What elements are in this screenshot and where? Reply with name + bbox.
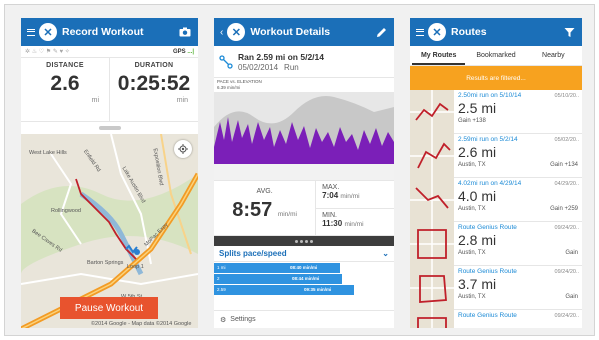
page-indicator[interactable] (214, 236, 394, 246)
route-date: 09/24/20.. (554, 313, 579, 319)
route-distance: 4.0 mi (458, 188, 497, 204)
route-gain: Gain (565, 294, 578, 300)
menu-icon[interactable] (416, 28, 424, 36)
drag-handle[interactable] (21, 122, 198, 134)
chevron-down-icon: ⌄ (382, 249, 389, 258)
duration-unit: min (176, 97, 188, 104)
map-label: West Lake Hills (29, 150, 67, 156)
duration-label: DURATION (134, 62, 174, 69)
route-distance: 3.7 mi (458, 276, 497, 292)
pace-elevation-graph[interactable] (214, 92, 394, 180)
edit-icon[interactable] (374, 25, 388, 39)
max-pace: MAX. 7:04 min/mi (322, 184, 360, 200)
camera-icon[interactable] (178, 25, 192, 39)
route-thumbnail (410, 310, 454, 328)
routes-screen: ✕ Routes My Routes Bookmarked Nearby Res… (410, 18, 582, 328)
route-item[interactable]: 2.59mi run on 5/2/14 05/02/20.. 2.6 mi Aust… (410, 134, 582, 178)
route-date: 04/29/20.. (554, 181, 579, 187)
tab-nearby[interactable]: Nearby (525, 46, 582, 65)
distance-value: 2.6 (50, 72, 80, 95)
tab-my-routes[interactable]: My Routes (410, 46, 467, 65)
app-logo-icon: ✕ (39, 23, 57, 41)
activity-type-icons[interactable]: ✲ ♨ ♡ ⚑ ✎ ♥ ✧ (25, 48, 70, 55)
route-thumbnail (410, 222, 454, 266)
app-bar: ✕ Record Workout (21, 18, 198, 46)
duration-value: 0:25:52 (117, 72, 191, 95)
route-location: Austin, TX (458, 162, 486, 168)
average-pace: AVG. 8:57 min/mi (214, 181, 317, 235)
route-location: Gain +138 (458, 118, 486, 124)
split-row: 1 mi 08:40 min/mi (214, 263, 394, 273)
route-date: 05/02/20.. (554, 137, 579, 143)
gps-status: GPS ...| (172, 48, 194, 55)
distance-label: DISTANCE (46, 62, 84, 69)
route-item[interactable]: 2.50mi run on 5/10/14 05/10/20.. 2.5 mi Gai… (410, 90, 582, 134)
map-label: Loop 1 (127, 264, 144, 270)
route-item[interactable]: 4.02mi run on 4/29/14 04/29/20.. 4.0 mi Aus… (410, 178, 582, 222)
route-location: Austin, TX (458, 206, 486, 212)
distance-metric: DISTANCE 2.6 mi (21, 58, 109, 121)
screen-title: Record Workout (62, 26, 144, 38)
route-location: Austin, TX (458, 294, 486, 300)
routes-list: 2.50mi run on 5/10/14 05/10/20.. 2.5 mi Gai… (410, 90, 582, 328)
screen-title: Workout Details (250, 26, 331, 38)
splits-header[interactable]: Splits pace/speed ⌄ (214, 246, 394, 262)
duration-metric: DURATION 0:25:52 min (109, 58, 198, 121)
app-bar: ✕ Routes (410, 18, 582, 46)
route-distance: 2.8 mi (458, 232, 497, 248)
graph-header: PACE vs. ELEVATION 6.39 min/mi (217, 79, 262, 90)
route-gain: Gain +134 (550, 162, 578, 168)
gear-icon: ⚙ (220, 316, 227, 324)
route-icon (214, 54, 238, 69)
route-distance: 2.6 mi (458, 144, 497, 160)
workout-details-screen: ‹ ✕ Workout Details Ran 2.59 mi on 5/2/1… (214, 18, 394, 328)
app-logo-icon: ✕ (227, 23, 246, 41)
app-bar: ‹ ✕ Workout Details (214, 18, 394, 46)
map-copyright: ©2014 Google - Map data ©2014 Google (91, 321, 192, 327)
run-subtitle: 05/02/2014 Run (238, 62, 299, 72)
filter-notice: Results are filtered... (410, 66, 582, 90)
route-item[interactable]: Route Genius Route 09/24/20.. (410, 310, 582, 328)
route-item[interactable]: Route Genius Route 09/24/20.. 3.7 mi Austin… (410, 266, 582, 310)
route-item[interactable]: Route Genius Route 09/24/20.. 2.8 mi Austin… (410, 222, 582, 266)
live-metrics: DISTANCE 2.6 mi DURATION 0:25:52 min (21, 58, 198, 122)
split-row: 2 08:44 min/mi (214, 274, 394, 284)
distance-unit: mi (91, 97, 99, 104)
run-header: Ran 2.59 mi on 5/2/14 05/02/2014 Run (214, 46, 394, 78)
location-icon[interactable] (174, 140, 192, 158)
route-date: 09/24/20.. (554, 225, 579, 231)
min-pace: MIN. 11:30 min/mi (316, 208, 394, 235)
settings-row[interactable]: ⚙ Settings (214, 310, 394, 328)
route-thumbnail (410, 134, 454, 178)
record-workout-screen: ✕ Record Workout ✲ ♨ ♡ ⚑ ✎ ♥ ✧ GPS ...| … (21, 18, 198, 328)
app-logo-icon: ✕ (428, 23, 446, 41)
route-thumbnail (410, 266, 454, 310)
screen-title: Routes (451, 26, 487, 38)
route-date: 05/10/20.. (554, 93, 579, 99)
activity-status-row: ✲ ♨ ♡ ⚑ ✎ ♥ ✧ GPS ...| (21, 46, 198, 58)
routes-tabs: My Routes Bookmarked Nearby (410, 46, 582, 66)
map-label: Barton Springs (87, 260, 124, 266)
route-thumbnail (410, 90, 454, 134)
map-label: Rollingwood (51, 208, 81, 214)
run-title: Ran 2.59 mi on 5/2/14 (238, 51, 324, 62)
route-gain: Gain (565, 250, 578, 256)
menu-icon[interactable] (27, 28, 35, 36)
route-location: Austin, TX (458, 250, 486, 256)
back-icon[interactable]: ‹ (220, 27, 223, 38)
splits-list: 1 mi 08:40 min/mi 2 08:44 min/mi 2.59 09:35… (214, 263, 394, 295)
tab-bookmarked[interactable]: Bookmarked (467, 46, 524, 65)
pace-stats: AVG. 8:57 min/mi MAX. 7:04 min/mi MIN. 1… (214, 180, 394, 236)
route-thumbnail (410, 178, 454, 222)
pause-workout-button[interactable]: Pause Workout (60, 297, 158, 319)
filter-icon[interactable] (562, 25, 576, 39)
split-row: 2.59 09:35 min/mi (214, 285, 394, 295)
route-gain: Gain +259 (550, 206, 578, 212)
route-distance: 2.5 mi (458, 100, 497, 116)
route-date: 09/24/20.. (554, 269, 579, 275)
